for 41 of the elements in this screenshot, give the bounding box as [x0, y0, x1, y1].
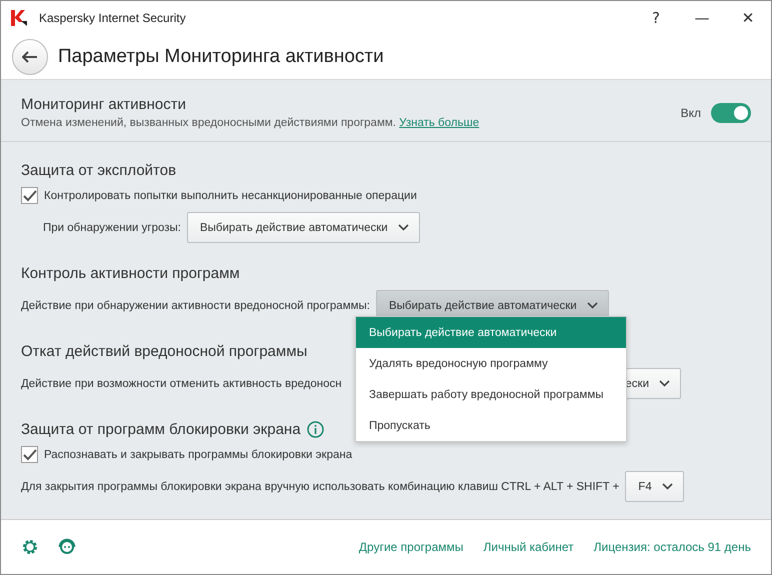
info-icon[interactable] — [306, 421, 324, 438]
toggle-label: Вкл — [680, 106, 701, 120]
window-button[interactable]: ? — [633, 1, 679, 35]
section-title: Защита от программ блокировки экрана — [21, 421, 301, 438]
window-title: Kaspersky Internet Security — [39, 11, 186, 25]
chevron-icon — [659, 380, 670, 387]
section-title: Откат действий вредоносной программы — [21, 343, 308, 360]
window-button[interactable]: ✕ — [725, 1, 771, 35]
menu-item[interactable]: Выбирать действие автоматически — [356, 317, 626, 348]
menu-item[interactable]: Удалять вредоносную программу — [356, 348, 626, 379]
checkbox-label: Распознавать и закрывать программы блокировки экрана — [44, 448, 352, 460]
learn-more-link[interactable]: Узнать больше — [399, 117, 480, 129]
description: Отмена изменений, вызванных вредоносными действиями программ. Узнать больше — [21, 117, 480, 129]
footer-link[interactable]: Другие программы — [358, 540, 464, 554]
field-label: Действие при обнаружении активности вредоносной программы: — [21, 300, 370, 312]
field-label: При обнаружении угрозы: — [43, 222, 181, 234]
dropdown[interactable]: Выбирать действие автоматически — [186, 212, 420, 243]
checkbox[interactable] — [21, 187, 38, 204]
dropdown[interactable]: F4 — [625, 471, 684, 502]
field-label: Действие при возможности отменить активность вредоносн — [21, 378, 342, 390]
chevron-icon — [586, 302, 598, 309]
footer-link[interactable]: Личный кабинет — [483, 540, 574, 554]
section-title: Контроль активности программ — [21, 265, 240, 282]
menu-item[interactable]: Завершать работу вредоносной программы — [356, 379, 626, 410]
field-label: Для закрытия программы блокировки экрана вручную использовать комбинацию клавиш CTRL + ALT + SHIFT + — [21, 480, 620, 492]
footer-link[interactable]: Лицензия: осталось 91 день — [594, 540, 751, 554]
section-title: Защита от эксплойтов — [21, 162, 176, 179]
window-button[interactable]: — — [679, 1, 725, 35]
page-title: Параметры Мониторинга активности — [58, 46, 384, 68]
checkbox[interactable] — [21, 446, 38, 463]
arrow-icon — [22, 51, 38, 63]
support-icon[interactable] — [57, 537, 77, 557]
menu-item[interactable]: Пропускать — [356, 410, 626, 441]
toggle-switch[interactable] — [711, 102, 751, 122]
chevron-icon — [662, 483, 673, 490]
settings-icon[interactable] — [21, 538, 39, 556]
section-title: Мониторинг активности — [21, 96, 188, 113]
checkbox-label: Контролировать попытки выполнить несанкционированные операции — [44, 190, 417, 202]
back-button[interactable] — [12, 39, 48, 75]
logo-icon — [9, 9, 29, 27]
chevron-icon — [398, 224, 409, 231]
